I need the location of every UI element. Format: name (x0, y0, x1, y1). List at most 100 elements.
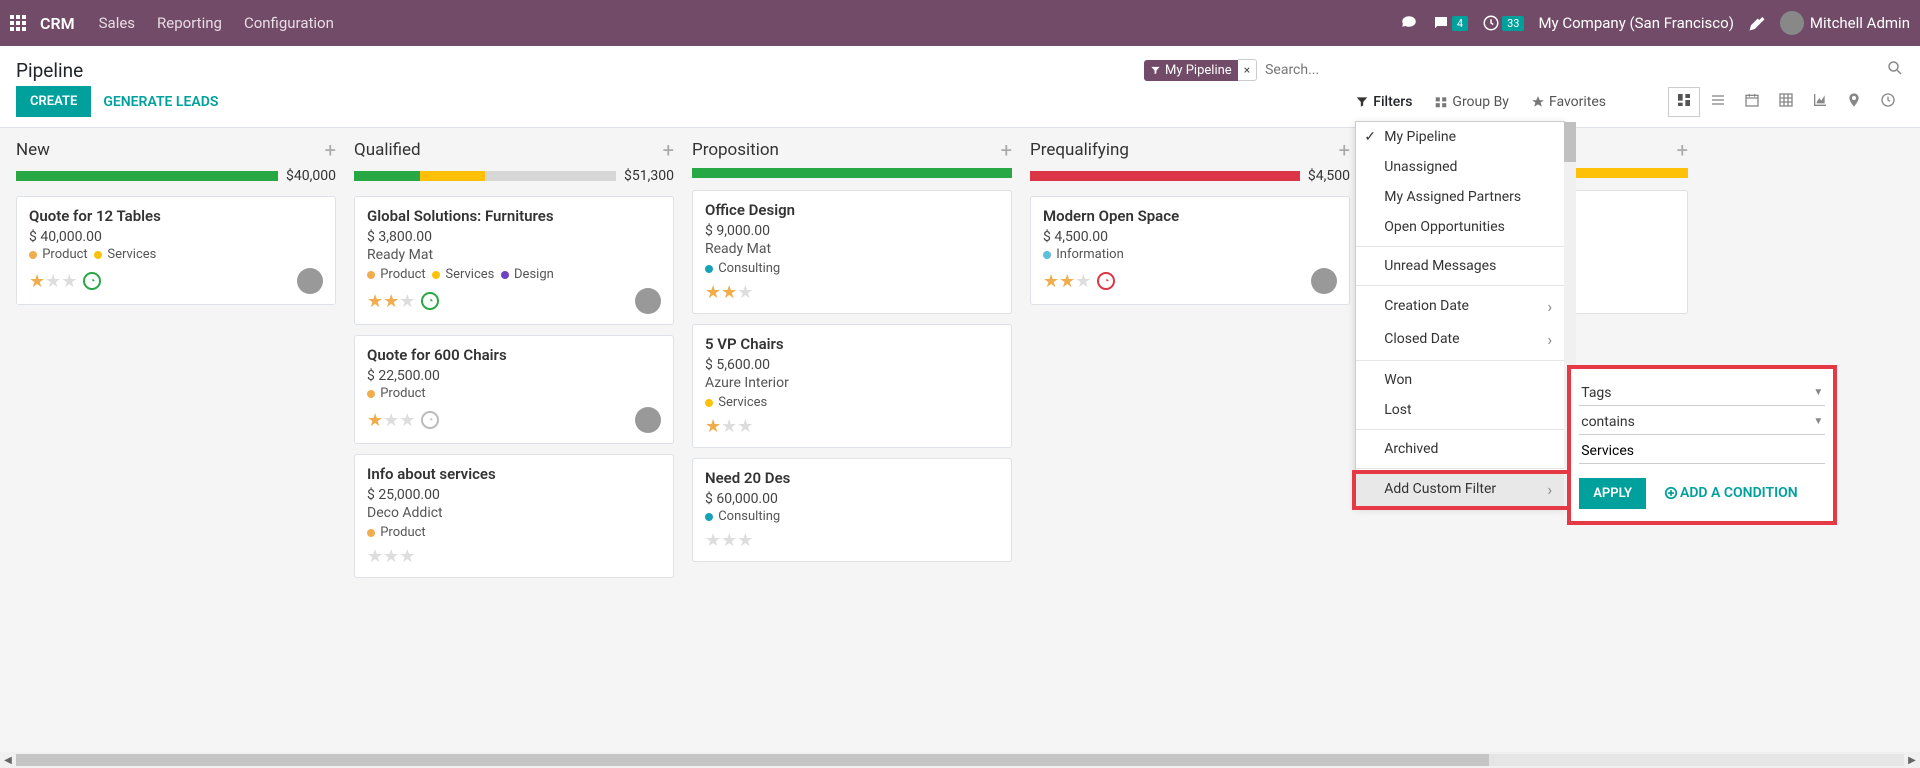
assignee-avatar[interactable] (1311, 268, 1337, 294)
priority-stars[interactable]: ★★★ (705, 282, 753, 303)
separator (1356, 468, 1564, 469)
filter-item-my-assigned-partners[interactable]: My Assigned Partners (1356, 182, 1564, 212)
progress-bar[interactable] (16, 171, 278, 181)
add-card-button[interactable]: + (1677, 138, 1688, 162)
add-card-button[interactable]: + (1339, 138, 1350, 162)
kanban-card[interactable]: Office Design$ 9,000.00Ready Mat Consult… (692, 190, 1012, 314)
filter-item-won[interactable]: Won (1356, 365, 1564, 395)
card-tags: Consulting (705, 261, 999, 276)
search-facet[interactable]: My Pipeline (1144, 60, 1238, 81)
add-card-button[interactable]: + (325, 138, 336, 162)
kanban-view-icon[interactable] (1668, 87, 1700, 117)
search-input[interactable] (1257, 58, 1886, 82)
menu-configuration[interactable]: Configuration (244, 14, 334, 32)
priority-stars[interactable]: ★★★ (705, 416, 753, 437)
kanban-card[interactable]: Info about services$ 25,000.00Deco Addic… (354, 454, 674, 578)
search-icon[interactable] (1886, 59, 1904, 81)
progress-bar[interactable] (354, 171, 616, 181)
priority-stars[interactable]: ★★★ (705, 530, 753, 551)
chat-badge: 4 (1452, 16, 1468, 31)
horizontal-scrollbar[interactable]: ◀ ▶ (0, 752, 1920, 768)
chat-icon[interactable]: 4 (1432, 14, 1468, 32)
card-tags: Product Services Design (367, 267, 661, 282)
progress-bar[interactable] (692, 168, 1012, 178)
favorites-toggle[interactable]: Favorites (1531, 94, 1606, 110)
value-input[interactable] (1579, 439, 1825, 464)
filter-item-my-pipeline[interactable]: My Pipeline (1356, 122, 1564, 152)
filter-item-add-custom-filter[interactable]: Add Custom Filter (1356, 473, 1564, 506)
control-panel: Pipeline My Pipeline × CREATE GENERATE L… (0, 46, 1920, 128)
tag-dot (705, 513, 713, 521)
filter-item-open-opportunities[interactable]: Open Opportunities (1356, 212, 1564, 242)
activities-icon[interactable]: 33 (1482, 14, 1524, 32)
filter-item-unassigned[interactable]: Unassigned (1356, 152, 1564, 182)
card-tags: Product Services (29, 247, 323, 262)
progress-bar[interactable] (1030, 171, 1300, 181)
user-name: Mitchell Admin (1810, 14, 1910, 32)
user-menu[interactable]: Mitchell Admin (1780, 11, 1910, 35)
add-condition-button[interactable]: ADD A CONDITION (1664, 485, 1798, 501)
search-options: Filters Group By Favorites My Pipeline U… (1355, 87, 1904, 117)
kanban-card[interactable]: Quote for 600 Chairs$ 22,500.00 Product … (354, 335, 674, 444)
list-view-icon[interactable] (1702, 87, 1734, 117)
calendar-view-icon[interactable] (1736, 87, 1768, 117)
separator (1356, 429, 1564, 430)
assignee-avatar[interactable] (297, 268, 323, 294)
groupby-toggle[interactable]: Group By (1434, 94, 1509, 110)
tag-dot (367, 390, 375, 398)
kanban-card[interactable]: Need 20 Des$ 60,000.00 Consulting ★★★ (692, 458, 1012, 562)
card-tags: Product (367, 386, 661, 401)
graph-view-icon[interactable] (1804, 87, 1836, 117)
kanban-column: Proposition+Office Design$ 9,000.00Ready… (692, 138, 1012, 736)
priority-stars[interactable]: ★★★ (367, 546, 415, 567)
debug-icon[interactable] (1748, 14, 1766, 32)
activity-icon[interactable]: ◔ (1097, 272, 1115, 290)
activity-icon[interactable]: ◔ (421, 292, 439, 310)
menu-sales[interactable]: Sales (99, 14, 135, 32)
kanban-card[interactable]: 5 VP Chairs$ 5,600.00Azure Interior Serv… (692, 324, 1012, 448)
assignee-avatar[interactable] (635, 407, 661, 433)
filter-item-unread-messages[interactable]: Unread Messages (1356, 251, 1564, 281)
filter-item-closed-date[interactable]: Closed Date (1356, 323, 1564, 356)
card-title: Info about services (367, 465, 661, 483)
separator (1356, 360, 1564, 361)
activity-view-icon[interactable] (1872, 87, 1904, 117)
kanban-card[interactable]: Quote for 12 Tables$ 40,000.00 Product S… (16, 196, 336, 305)
apps-icon[interactable] (10, 15, 26, 31)
voip-icon[interactable] (1400, 14, 1418, 32)
field-selector[interactable]: Tags ▼ (1579, 381, 1825, 406)
filter-item-creation-date[interactable]: Creation Date (1356, 290, 1564, 323)
add-card-button[interactable]: + (1001, 138, 1012, 162)
filters-dropdown: My Pipeline Unassigned My Assigned Partn… (1355, 121, 1565, 507)
priority-stars[interactable]: ★★★ (367, 291, 415, 312)
filter-item-lost[interactable]: Lost (1356, 395, 1564, 425)
activity-icon[interactable]: ◔ (421, 411, 439, 429)
card-amount: $ 3,800.00 (367, 229, 661, 245)
custom-filter-panel: Tags ▼ contains ▼ APPLY ADD A CONDITION (1567, 365, 1837, 525)
kanban-card[interactable]: Modern Open Space$ 4,500.00 Information … (1030, 196, 1350, 305)
menu-reporting[interactable]: Reporting (157, 14, 222, 32)
company-switcher[interactable]: My Company (San Francisco) (1538, 14, 1733, 32)
operator-selector[interactable]: contains ▼ (1579, 410, 1825, 435)
generate-leads-button[interactable]: GENERATE LEADS (103, 94, 218, 110)
card-amount: $ 5,600.00 (705, 357, 999, 373)
activity-icon[interactable]: ◔ (83, 272, 101, 290)
separator (1356, 285, 1564, 286)
card-title: Need 20 Des (705, 469, 999, 487)
pivot-view-icon[interactable] (1770, 87, 1802, 117)
app-brand[interactable]: CRM (40, 14, 75, 33)
priority-stars[interactable]: ★★★ (367, 410, 415, 431)
assignee-avatar[interactable] (635, 288, 661, 314)
map-view-icon[interactable] (1838, 87, 1870, 117)
apply-button[interactable]: APPLY (1579, 478, 1646, 509)
add-card-button[interactable]: + (663, 138, 674, 162)
priority-stars[interactable]: ★★★ (1043, 271, 1091, 292)
filter-item-archived[interactable]: Archived (1356, 434, 1564, 464)
facet-remove[interactable]: × (1238, 59, 1257, 81)
priority-stars[interactable]: ★★★ (29, 271, 77, 292)
create-button[interactable]: CREATE (16, 86, 91, 117)
column-title: New (16, 140, 50, 160)
filters-toggle[interactable]: Filters (1355, 94, 1412, 110)
card-tags: Consulting (705, 509, 999, 524)
kanban-card[interactable]: Global Solutions: Furnitures$ 3,800.00Re… (354, 196, 674, 325)
